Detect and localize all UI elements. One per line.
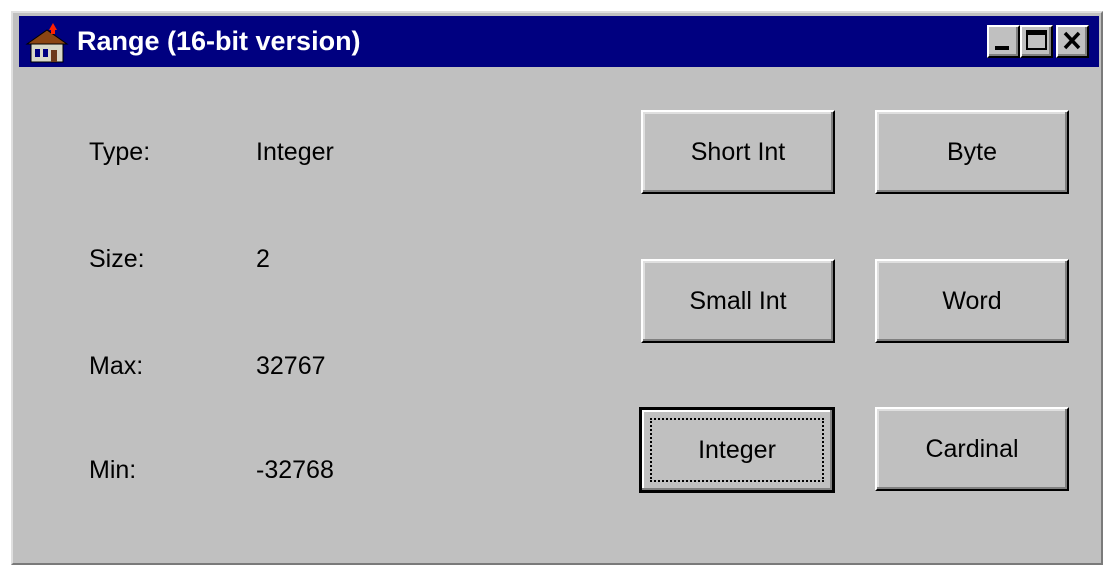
short-int-button[interactable]: Short Int xyxy=(641,110,835,194)
integer-button[interactable]: Integer xyxy=(639,407,835,493)
integer-button-label: Integer xyxy=(698,435,776,464)
min-value: -32768 xyxy=(256,456,334,484)
close-button[interactable] xyxy=(1056,25,1089,58)
minimize-button[interactable] xyxy=(987,25,1020,58)
small-int-button-label: Small Int xyxy=(689,286,787,315)
maximize-icon xyxy=(1026,30,1047,50)
byte-button[interactable]: Byte xyxy=(875,110,1069,194)
word-button[interactable]: Word xyxy=(875,259,1069,343)
max-label: Max: xyxy=(89,352,144,380)
cardinal-button[interactable]: Cardinal xyxy=(875,407,1069,491)
size-label: Size: xyxy=(89,245,145,273)
min-label: Min: xyxy=(89,456,137,484)
short-int-button-label: Short Int xyxy=(690,137,786,166)
byte-button-label: Byte xyxy=(946,137,998,166)
size-value: 2 xyxy=(256,245,270,273)
close-icon xyxy=(1063,31,1081,50)
word-button-label: Word xyxy=(942,286,1002,315)
small-int-button[interactable]: Small Int xyxy=(641,259,835,343)
type-value: Integer xyxy=(256,138,334,166)
maximize-button[interactable] xyxy=(1020,25,1053,58)
max-value: 32767 xyxy=(256,352,326,380)
cardinal-button-label: Cardinal xyxy=(925,434,1019,463)
type-label: Type: xyxy=(89,138,151,166)
app-window: Range (16-bit version) Type: Integer Siz… xyxy=(11,11,1103,565)
minimize-icon xyxy=(995,46,1009,50)
title-bar[interactable]: Range (16-bit version) xyxy=(19,16,1099,67)
app-house-icon[interactable] xyxy=(25,22,69,64)
window-title: Range (16-bit version) xyxy=(77,26,361,56)
